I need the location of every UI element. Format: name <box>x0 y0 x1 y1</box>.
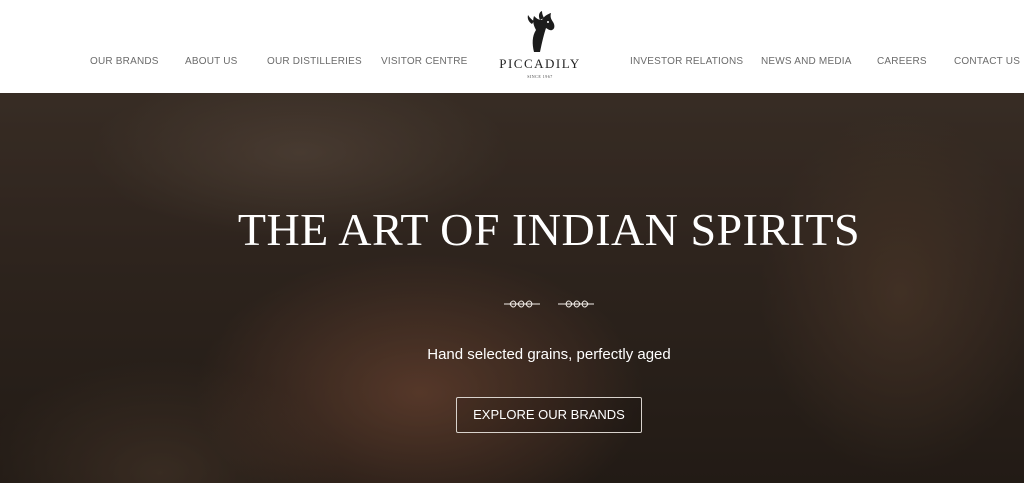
logo-since: SINCE 1967 <box>527 74 553 79</box>
nav-contact-us[interactable]: CONTACT US <box>954 56 1020 67</box>
brand-logo[interactable]: PICCADILY SINCE 1967 <box>488 10 592 85</box>
nav-news-and-media[interactable]: NEWS AND MEDIA <box>761 56 852 67</box>
logo-name: PICCADILY <box>499 56 581 71</box>
site-header: OUR BRANDS ABOUT US OUR DISTILLERIES VIS… <box>0 0 1024 93</box>
nav-investor-relations[interactable]: INVESTOR RELATIONS <box>630 56 743 67</box>
hero-subtitle: Hand selected grains, perfectly aged <box>427 346 671 363</box>
nav-about-us[interactable]: ABOUT US <box>185 56 238 67</box>
hero-title: THE ART OF INDIAN SPIRITS <box>237 204 861 255</box>
wheat-divider-icon <box>504 300 594 308</box>
nav-our-distilleries[interactable]: OUR DISTILLERIES <box>267 56 362 67</box>
explore-brands-button[interactable]: EXPLORE OUR BRANDS <box>456 397 642 433</box>
nav-careers[interactable]: CAREERS <box>877 56 927 67</box>
hero-banner: THE ART OF INDIAN SPIRITS Hand selected … <box>0 93 1024 483</box>
nav-our-brands[interactable]: OUR BRANDS <box>90 56 159 67</box>
horse-head-icon <box>527 11 555 52</box>
nav-visitor-centre[interactable]: VISITOR CENTRE <box>381 56 468 67</box>
